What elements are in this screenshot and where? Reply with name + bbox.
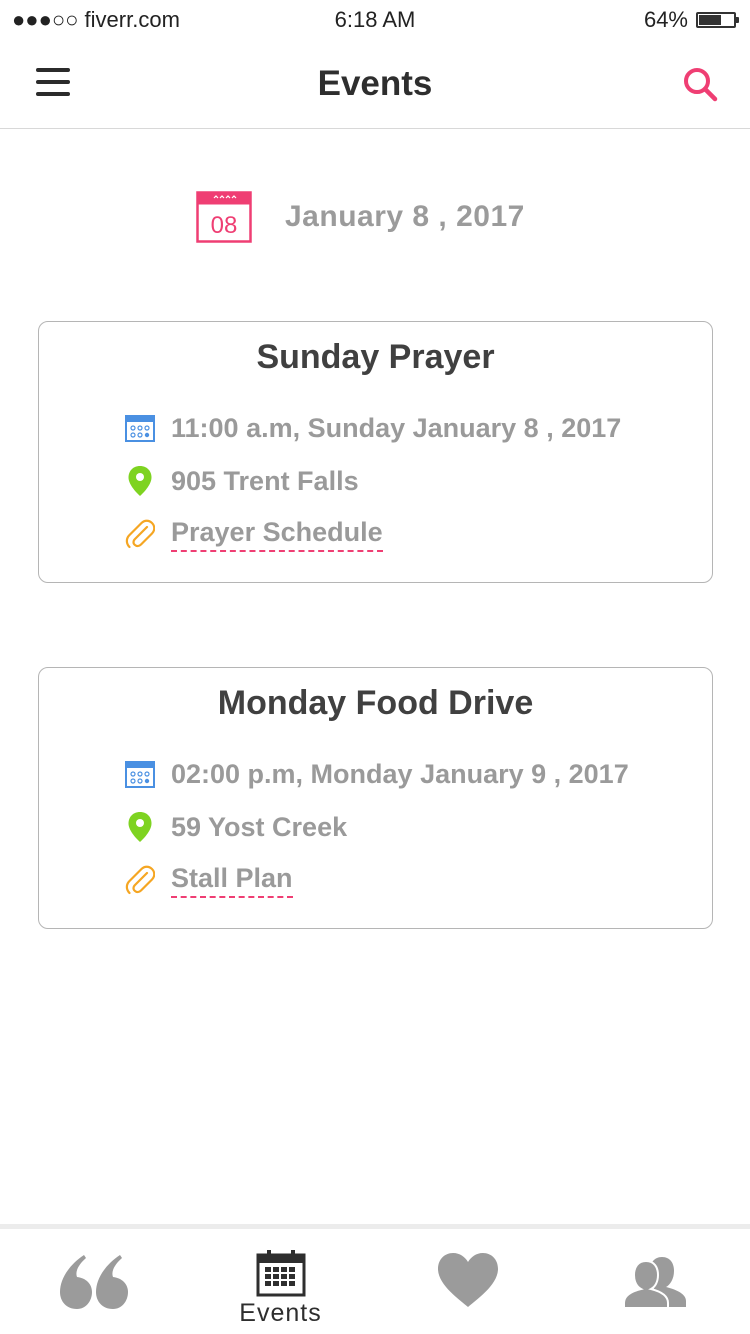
tab-quotes[interactable] (0, 1229, 187, 1334)
calendar-day: 08 (211, 212, 238, 239)
event-location-row: 59 Yost Creek (125, 809, 347, 845)
paperclip-icon (125, 519, 155, 549)
status-bar: ●●●○○ fiverr.com 6:18 AM 64% (0, 0, 750, 40)
calendar-icon: 08 (196, 191, 252, 243)
calendar-icon (125, 761, 155, 788)
navigation-bar: Events (0, 40, 750, 129)
event-card[interactable]: Sunday Prayer 11:00 a.m, Sunday January … (38, 321, 713, 583)
clock: 6:18 AM (334, 7, 416, 32)
event-title: Sunday Prayer (256, 338, 495, 376)
tab-community[interactable] (561, 1229, 748, 1334)
event-datetime: 11:00 a.m, Sunday January 8 , 2017 (171, 412, 622, 443)
event-location: 905 Trent Falls (171, 465, 359, 496)
event-datetime: 02:00 p.m, Monday January 9 , 2017 (171, 758, 629, 789)
event-attachment-link[interactable]: Stall Plan (171, 863, 293, 898)
battery-fill (699, 15, 721, 25)
event-datetime-row: 11:00 a.m, Sunday January 8 , 2017 (125, 410, 621, 446)
event-attachment-link[interactable]: Prayer Schedule (171, 517, 383, 552)
people-icon (622, 1257, 686, 1309)
tab-favorites[interactable] (374, 1229, 561, 1334)
calendar-icon (256, 1250, 305, 1297)
event-attachment-row[interactable]: Stall Plan (125, 862, 293, 898)
tab-events[interactable]: Events (187, 1229, 374, 1334)
event-location-row: 905 Trent Falls (125, 463, 359, 499)
event-title: Monday Food Drive (217, 684, 534, 722)
tab-events-label: Events (239, 1299, 322, 1327)
search-icon[interactable] (682, 66, 718, 102)
battery-icon (696, 12, 739, 28)
selected-date: January 8 , 2017 (285, 200, 525, 233)
event-attachment-row[interactable]: Prayer Schedule (125, 516, 383, 552)
event-card[interactable]: Monday Food Drive 02:00 p.m, Monday Janu… (38, 667, 713, 929)
calendar-icon (125, 415, 155, 442)
page-title: Events (317, 64, 433, 103)
quote-icon (59, 1255, 128, 1309)
location-pin-icon (128, 466, 152, 496)
tab-bar: Events (0, 1224, 750, 1334)
battery-indicator: 64% (643, 7, 739, 33)
event-datetime-row: 02:00 p.m, Monday January 9 , 2017 (125, 756, 629, 792)
event-location: 59 Yost Creek (171, 811, 348, 842)
date-header: 08 January 8 , 2017 (196, 190, 525, 244)
heart-icon (437, 1253, 498, 1307)
paperclip-icon (125, 865, 155, 895)
battery-percent: 64% (643, 7, 688, 32)
location-pin-icon (128, 812, 152, 842)
